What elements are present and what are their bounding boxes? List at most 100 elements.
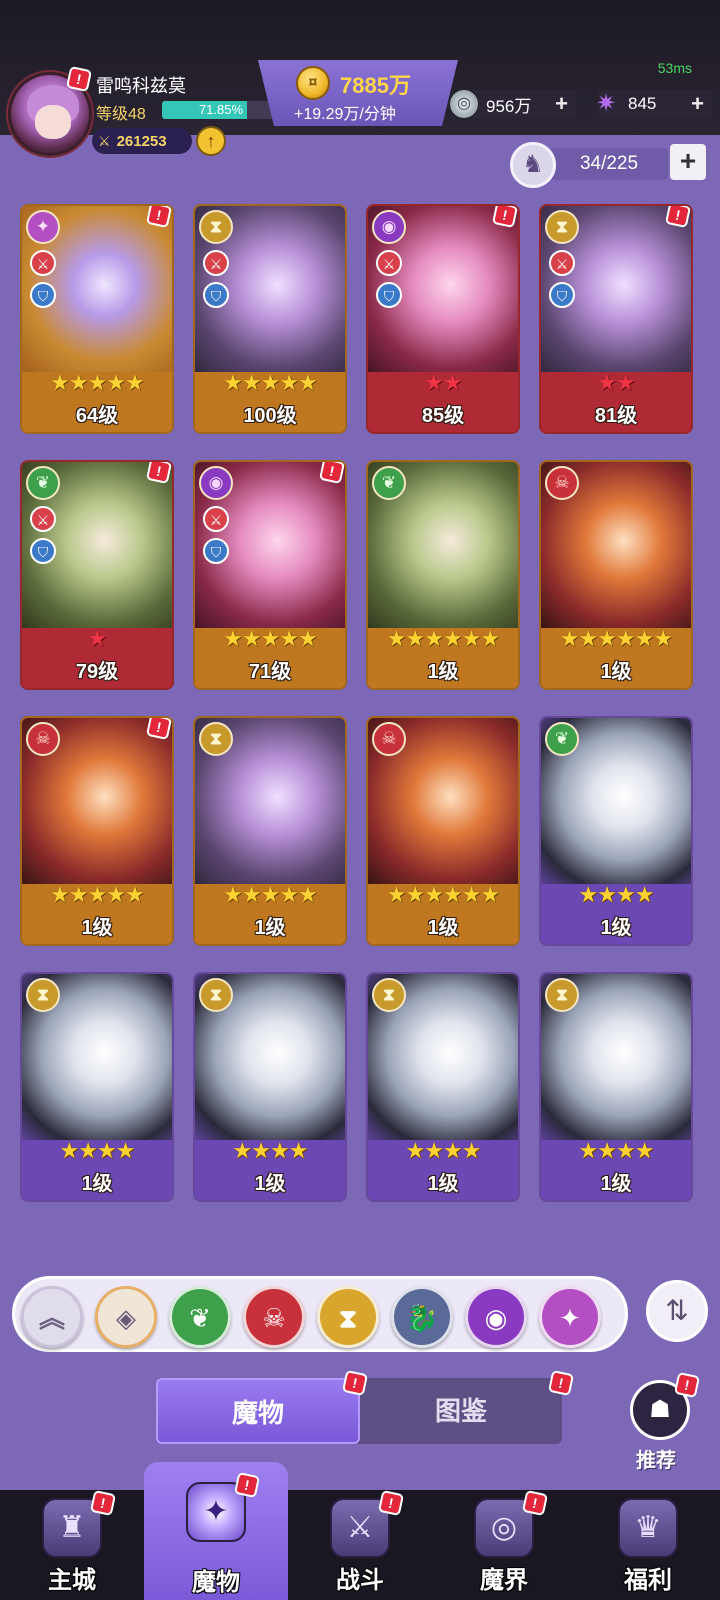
- nav-portal[interactable]: ◎ 魔界!: [432, 1489, 576, 1600]
- avatar-face: [35, 105, 71, 139]
- nature-element-icon[interactable]: ❦: [169, 1286, 231, 1348]
- nav-monster-flame[interactable]: ✦ 魔物!: [144, 1462, 288, 1600]
- upgrade-button[interactable]: ↑: [196, 126, 226, 156]
- monster-level: 1级: [81, 1173, 113, 1195]
- star-icon: ★: [87, 370, 108, 395]
- silver-amount: 956万: [486, 96, 532, 116]
- star-icon: ★: [443, 1138, 463, 1163]
- defense-role-icon: ⛉: [30, 282, 56, 308]
- recommend-alert-icon: !: [673, 1371, 701, 1399]
- star-icon: ★: [241, 370, 262, 395]
- tab-monsters[interactable]: 魔物: [156, 1378, 360, 1444]
- star-icon: ★: [616, 370, 636, 395]
- add-silver-button[interactable]: +: [555, 91, 568, 117]
- star-icon: ★: [298, 626, 318, 651]
- player-level: 等级48: [96, 106, 146, 123]
- monster-card[interactable]: ☠ ★★★★★★ 1级: [539, 460, 693, 690]
- monster-card[interactable]: ☠ ★★★★★★ 1级: [366, 716, 520, 946]
- tab-codex[interactable]: 图鉴: [360, 1378, 562, 1444]
- monster-level: 1级: [427, 917, 459, 939]
- star-icon: ★: [241, 626, 262, 651]
- defense-role-icon: ⛉: [203, 282, 229, 308]
- monster-grid: ✦ ⚔ ⛉ ★★★★★ 64级! ⧗ ⚔ ⛉ ★★★★★ 100级 ◉ ⚔ ⛉ ★★ 85级! ⧗ ⚔ ⛉ ★★ 81…: [0, 196, 720, 1246]
- star-icon: ★: [78, 1138, 98, 1163]
- all-elements-icon[interactable]: ◈: [95, 1286, 157, 1348]
- star-icon: ★: [288, 1138, 309, 1163]
- monster-card[interactable]: ⧗ ★★★★ 1级: [20, 972, 174, 1202]
- tab-monsters-alert-icon: !: [341, 1369, 369, 1397]
- chaos-element-icon[interactable]: ☠: [243, 1286, 305, 1348]
- star-icon: ★: [68, 370, 89, 395]
- void-element-icon[interactable]: ✦: [539, 1286, 601, 1348]
- sort-icon[interactable]: ⇅: [646, 1280, 708, 1342]
- monster-card[interactable]: ⧗ ⚔ ⛉ ★★★★★ 100级: [193, 204, 347, 434]
- eye-element-icon[interactable]: ◉: [465, 1286, 527, 1348]
- chest-icon: ♛: [618, 1498, 678, 1558]
- nav-alert-icon: !: [377, 1489, 405, 1517]
- expand-roster-button[interactable]: +: [670, 144, 706, 180]
- attack-role-icon: ⚔: [30, 506, 56, 532]
- monster-card[interactable]: ⧗ ★★★★ 1级: [539, 972, 693, 1202]
- gem-resource: ✷ 845 +: [596, 90, 712, 118]
- monster-card[interactable]: ⧗ ★★★★ 1级: [193, 972, 347, 1202]
- star-rating: ★★: [368, 370, 518, 396]
- add-gem-button[interactable]: +: [691, 91, 704, 117]
- monster-card[interactable]: ☠ ★★★★★ 1级!: [20, 716, 174, 946]
- dragon-element-icon[interactable]: 🐉: [391, 1286, 453, 1348]
- roster-capacity: 34/225 ♞ +: [510, 142, 710, 188]
- monster-card[interactable]: ⧗ ★★★★ 1级: [366, 972, 520, 1202]
- gem-amount: 845: [628, 94, 657, 113]
- monster-level: 79级: [75, 661, 119, 683]
- chaos-element-icon: ☠: [545, 466, 579, 500]
- monster-card[interactable]: ◉ ⚔ ⛉ ★★ 85级!: [366, 204, 520, 434]
- gold-amount: 7885万: [340, 73, 411, 98]
- xp-percent: 71.85%: [198, 102, 244, 117]
- star-icon: ★: [461, 1138, 482, 1163]
- attack-role-icon: ⚔: [30, 250, 56, 276]
- nav-shield-sword[interactable]: ⚔ 战斗!: [288, 1489, 432, 1600]
- star-icon: ★: [59, 1138, 80, 1163]
- time-element-icon[interactable]: ⧗: [317, 1286, 379, 1348]
- star-icon: ★: [461, 626, 482, 651]
- defense-role-icon: ⛉: [549, 282, 575, 308]
- nav-castle[interactable]: ♜ 主城!: [0, 1489, 144, 1600]
- star-icon: ★: [279, 370, 299, 395]
- star-rating: ★★★★★: [195, 370, 345, 396]
- star-icon: ★: [279, 882, 299, 907]
- time-element-icon: ⧗: [545, 978, 579, 1012]
- nav-alert-icon: !: [233, 1471, 261, 1499]
- star-icon: ★: [424, 370, 444, 395]
- star-icon: ★: [424, 882, 444, 907]
- star-icon: ★: [50, 882, 70, 907]
- monster-card[interactable]: ❦ ★★★★ 1级: [539, 716, 693, 946]
- eye-element-icon: ◉: [199, 466, 233, 500]
- star-icon: ★: [597, 370, 617, 395]
- star-icon: ★: [597, 1138, 617, 1163]
- monster-card[interactable]: ◉ ⚔ ⛉ ★★★★★ 71级!: [193, 460, 347, 690]
- monster-card[interactable]: ✦ ⚔ ⛉ ★★★★★ 64级!: [20, 204, 174, 434]
- star-icon: ★: [232, 1138, 253, 1163]
- star-rating: ★★★★★★: [541, 626, 691, 652]
- star-rating: ★: [22, 626, 172, 652]
- star-icon: ★: [405, 626, 426, 651]
- star-icon: ★: [480, 626, 500, 651]
- monster-level: 1级: [254, 917, 286, 939]
- time-element-icon: ⧗: [26, 978, 60, 1012]
- chaos-element-icon: ☠: [26, 722, 60, 756]
- monster-card[interactable]: ❦ ⚔ ⛉ ★ 79级!: [20, 460, 174, 690]
- collapse-icon[interactable]: ︽: [21, 1286, 83, 1348]
- star-icon: ★: [298, 882, 318, 907]
- xp-bar: 71.85%: [162, 101, 280, 119]
- star-icon: ★: [260, 370, 281, 395]
- star-rating: ★★★★: [541, 882, 691, 908]
- monster-level: 1级: [427, 661, 459, 683]
- monster-card[interactable]: ❦ ★★★★★★ 1级: [366, 460, 520, 690]
- monster-card[interactable]: ⧗ ★★★★★ 1级: [193, 716, 347, 946]
- nav-chest[interactable]: ♛ 福利: [576, 1490, 720, 1600]
- monster-card[interactable]: ⧗ ⚔ ⛉ ★★ 81级!: [539, 204, 693, 434]
- nav-label: 魔界: [480, 1567, 528, 1594]
- star-icon: ★: [616, 1138, 636, 1163]
- star-rating: ★★★★★: [22, 882, 172, 908]
- ping-indicator: 53ms: [657, 60, 692, 76]
- star-icon: ★: [68, 882, 89, 907]
